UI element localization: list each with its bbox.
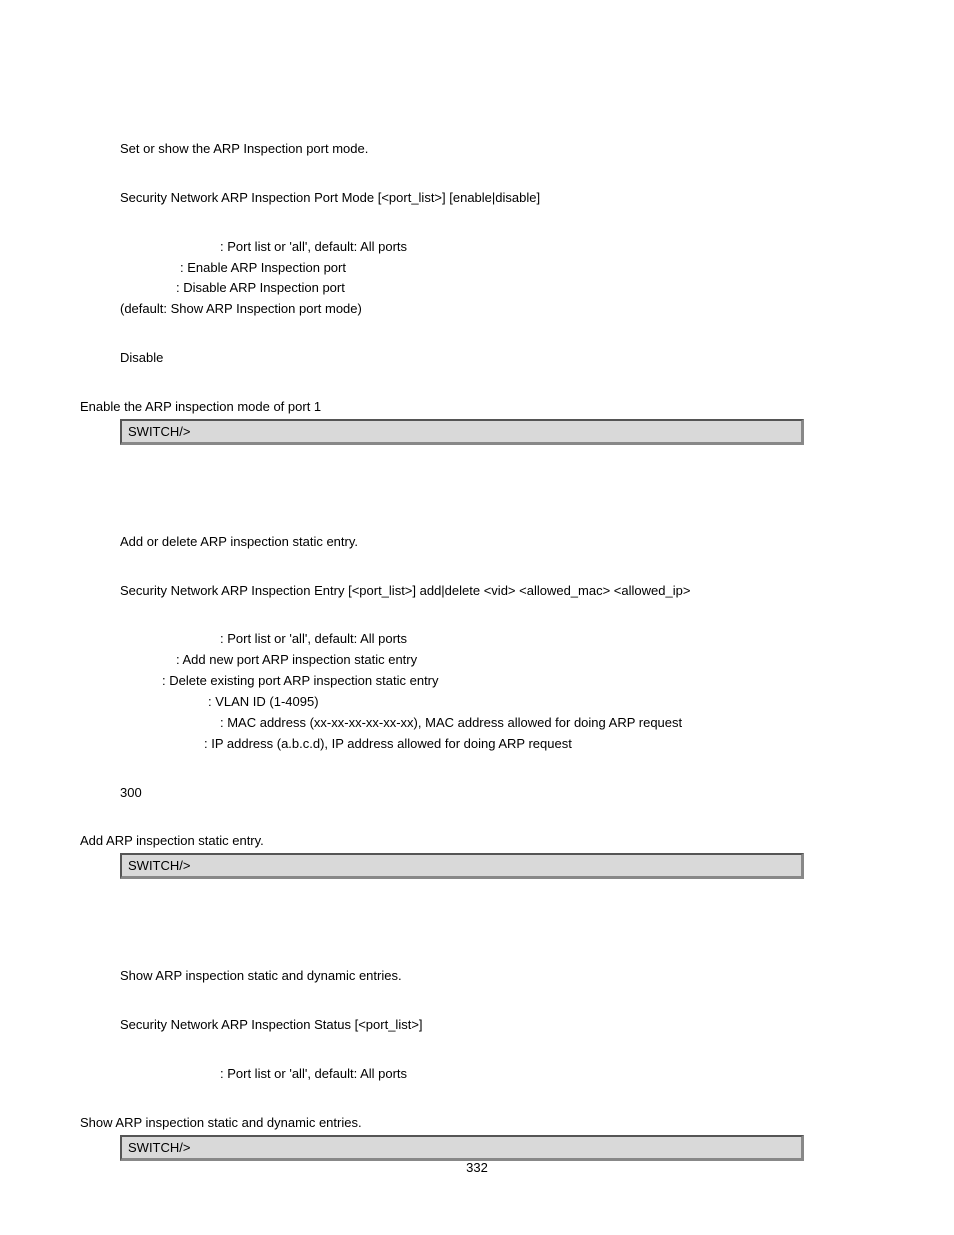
terminal-box: SWITCH/> [120, 1135, 804, 1161]
param-line: : Disable ARP Inspection port [120, 279, 874, 298]
param-line: : IP address (a.b.c.d), IP address allow… [120, 735, 874, 754]
sec1-default: Disable [120, 349, 874, 368]
page-number: 332 [0, 1160, 954, 1175]
sec3-syntax: Security Network ARP Inspection Status [… [120, 1016, 874, 1035]
terminal-prompt: SWITCH/> [128, 1140, 190, 1155]
sec3-example-lead: Show ARP inspection static and dynamic e… [80, 1114, 874, 1133]
sec2-params: : Port list or 'all', default: All ports… [120, 630, 874, 753]
page-body: Set or show the ARP Inspection port mode… [0, 0, 954, 1161]
sec1-syntax: Security Network ARP Inspection Port Mod… [120, 189, 874, 208]
terminal-prompt: SWITCH/> [128, 858, 190, 873]
sec3-params: : Port list or 'all', default: All ports [120, 1065, 874, 1084]
param-line: : Port list or 'all', default: All ports [120, 238, 874, 257]
sec1-params: : Port list or 'all', default: All ports… [120, 238, 874, 319]
terminal-box: SWITCH/> [120, 853, 804, 879]
param-line: : MAC address (xx-xx-xx-xx-xx-xx), MAC a… [120, 714, 874, 733]
param-line: : Add new port ARP inspection static ent… [120, 651, 874, 670]
terminal-prompt: SWITCH/> [128, 424, 190, 439]
sec1-desc: Set or show the ARP Inspection port mode… [120, 140, 874, 159]
param-line: : VLAN ID (1-4095) [120, 693, 874, 712]
sec2-desc: Add or delete ARP inspection static entr… [120, 533, 874, 552]
sec2-syntax: Security Network ARP Inspection Entry [<… [120, 582, 874, 601]
param-line: : Port list or 'all', default: All ports [120, 1065, 874, 1084]
sec2-example-lead: Add ARP inspection static entry. [80, 832, 874, 851]
sec2-default: 300 [120, 784, 874, 803]
param-line: (default: Show ARP Inspection port mode) [120, 300, 874, 319]
terminal-box: SWITCH/> [120, 419, 804, 445]
sec1-example-lead: Enable the ARP inspection mode of port 1 [80, 398, 874, 417]
param-line: : Port list or 'all', default: All ports [120, 630, 874, 649]
sec3-desc: Show ARP inspection static and dynamic e… [120, 967, 874, 986]
param-line: : Delete existing port ARP inspection st… [120, 672, 874, 691]
param-line: : Enable ARP Inspection port [120, 259, 874, 278]
